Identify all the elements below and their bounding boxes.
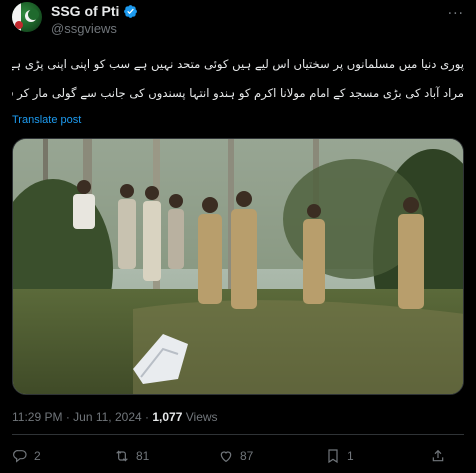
avatar-crescent-cut xyxy=(28,9,39,20)
views-count: 1,077 xyxy=(152,410,183,424)
more-options-icon[interactable]: ··· xyxy=(448,6,464,22)
repost-icon xyxy=(116,450,128,462)
video-frame-illustration xyxy=(13,139,463,394)
reply-button[interactable]: 2 xyxy=(12,448,114,464)
name-line: SSG of Pti xyxy=(51,3,138,19)
video-thumbnail[interactable] xyxy=(12,138,464,395)
post-time[interactable]: 11:29 PM xyxy=(12,410,62,424)
tweet-text-line: پوری دنیا میں مسلمانوں پر سختیاں اس لیے … xyxy=(12,57,464,71)
tweet-text-line: مراد آباد کی بڑی مسجد کے امام مولانا اکر… xyxy=(12,86,464,100)
action-bar: 2 81 87 1 xyxy=(12,443,464,469)
reply-icon xyxy=(13,450,27,463)
bookmark-button[interactable]: 1 xyxy=(325,448,430,464)
tweet-header: SSG of Pti @ssgviews ··· xyxy=(12,0,464,42)
share-icon xyxy=(432,449,444,462)
repost-button[interactable]: 81 xyxy=(114,448,218,464)
views-label: Views xyxy=(185,410,218,424)
avatar-red-dot xyxy=(15,21,23,29)
meta-separator: · xyxy=(65,410,70,424)
share-button[interactable] xyxy=(430,448,446,464)
reply-count: 2 xyxy=(34,449,41,463)
bookmark-icon xyxy=(328,449,338,464)
repost-count: 81 xyxy=(136,449,150,463)
like-count: 87 xyxy=(240,449,254,463)
tweet-text: پوری دنیا میں مسلمانوں پر سختیاں اس لیے … xyxy=(12,50,464,108)
verified-badge-icon xyxy=(124,4,138,18)
heart-icon xyxy=(220,451,232,463)
avatar[interactable] xyxy=(12,2,42,32)
translate-post-link[interactable]: Translate post xyxy=(12,114,81,126)
tweet-meta: 11:29 PM · Jun 11, 2024 · 1,077 Views xyxy=(12,410,218,424)
display-name[interactable]: SSG of Pti xyxy=(51,3,119,19)
divider xyxy=(12,434,464,435)
like-button[interactable]: 87 xyxy=(218,448,325,464)
bookmark-count: 1 xyxy=(347,449,354,463)
post-date[interactable]: Jun 11, 2024 xyxy=(73,410,142,424)
account-handle[interactable]: @ssgviews xyxy=(51,21,117,36)
meta-separator: · xyxy=(145,410,150,424)
